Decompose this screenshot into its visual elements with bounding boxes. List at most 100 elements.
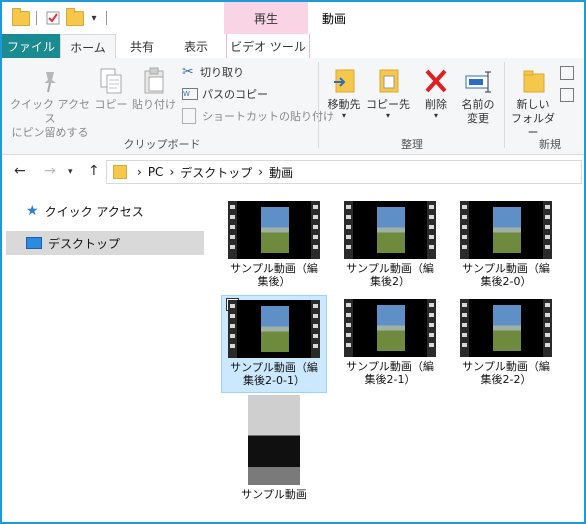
customize-quick-access-icon[interactable]: ▾	[88, 8, 100, 28]
video-thumbnail	[228, 201, 320, 259]
easy-access-icon	[560, 88, 574, 102]
breadcrumb-video[interactable]: 動画	[269, 164, 293, 181]
rename-label-1: 名前の	[461, 98, 495, 111]
pin-icon	[44, 72, 56, 93]
file-name: サンプル動画（編 集後2-0）	[462, 262, 550, 288]
copy-icon	[100, 68, 122, 94]
tab-file[interactable]: ファイル	[2, 34, 60, 58]
file-item[interactable]: サンプル動画（編 集後2）	[338, 197, 442, 293]
cut-button[interactable]: ✂ 切り取り	[182, 64, 244, 80]
paste-button[interactable]: 貼り付け	[130, 66, 178, 112]
breadcrumb-separator: ›	[137, 165, 142, 179]
paste-shortcut-label: ショートカットの貼り付け	[202, 110, 334, 123]
folder-icon	[113, 165, 127, 179]
folder-icon[interactable]	[12, 7, 30, 28]
breadcrumb-separator: ›	[169, 165, 175, 179]
new-item-button[interactable]	[560, 66, 574, 80]
paste-icon	[144, 67, 164, 94]
desktop-icon	[26, 237, 42, 249]
move-to-label: 移動先	[327, 98, 361, 111]
file-item[interactable]: サンプル動画	[222, 393, 326, 511]
file-name: サンプル動画	[241, 488, 307, 501]
organize-group-label: 整理	[401, 138, 423, 151]
copy-button[interactable]: コピー	[92, 66, 130, 112]
tab-share[interactable]: 共有	[114, 34, 170, 58]
copy-label: コピー	[94, 98, 128, 111]
tab-home[interactable]: ホーム	[60, 34, 116, 60]
breadcrumb-desktop[interactable]: デスクトップ	[180, 164, 252, 181]
video-thumbnail	[344, 201, 436, 259]
sidebar-item-quick-access[interactable]: ★ クイック アクセス	[6, 199, 204, 223]
delete-x-icon	[425, 69, 447, 93]
file-item[interactable]: サンプル動画（編 集後2-0）	[454, 197, 558, 293]
breadcrumb[interactable]: › PC › デスクトップ › 動画	[106, 160, 582, 184]
pin-to-quick-access-button[interactable]: クイック アクセス にピン留めする	[8, 68, 92, 140]
file-item[interactable]: サンプル動画（編 集後2-1）	[338, 295, 442, 391]
move-to-dropdown-icon: ▾	[341, 111, 346, 120]
delete-dropdown-icon: ▾	[433, 111, 438, 120]
title-bar: ▾ 再生 動画	[2, 2, 584, 34]
tab-video-tools[interactable]: ビデオ ツール	[226, 34, 310, 58]
file-item[interactable]: サンプル動画（編 集後2-2）	[454, 295, 558, 391]
file-list: サンプル動画（編 集後） サンプル動画（編 集後2） サンプル動画（編 集後2-0） …	[214, 189, 584, 522]
file-name: サンプル動画（編 集後2-2）	[462, 360, 550, 386]
sidebar-item-desktop[interactable]: デスクトップ	[6, 231, 204, 255]
paste-shortcut-icon	[182, 108, 196, 124]
file-name: サンプル動画（編 集後2-0-1）	[230, 361, 318, 387]
properties-icon[interactable]	[44, 8, 62, 28]
explorer-window: ▾ 再生 動画 ファイル ホーム 共有 表示 ビデオ ツール クイック アクセス…	[0, 0, 586, 524]
clipboard-group-label: クリップボード	[123, 138, 201, 151]
copy-path-icon: W	[182, 88, 198, 100]
ribbon: クイック アクセス にピン留めする コピー 貼り付け ✂ 切り取り W パスのコ…	[2, 58, 584, 155]
sidebar-item-label: デスクトップ	[48, 236, 121, 251]
scissors-icon: ✂	[182, 64, 194, 80]
file-item[interactable]: サンプル動画（編 集後）	[222, 197, 326, 293]
forward-arrow-icon[interactable]: →	[44, 163, 56, 179]
move-to-icon	[334, 69, 355, 93]
back-arrow-icon[interactable]: ←	[14, 163, 26, 179]
rename-button[interactable]: 名前の 変更	[456, 66, 500, 126]
video-thumbnail	[460, 201, 552, 259]
cut-label: 切り取り	[200, 66, 244, 79]
move-to-button[interactable]: 移動先 ▾	[322, 66, 366, 120]
file-name: サンプル動画（編 集後）	[230, 262, 318, 288]
new-folder-label-1: 新しい	[516, 98, 550, 111]
window-title: 動画	[322, 12, 347, 26]
new-folder-button[interactable]: 新しい フォルダー	[508, 66, 558, 140]
ribbon-tabs: ファイル ホーム 共有 表示 ビデオ ツール	[2, 34, 584, 60]
paste-shortcut-button[interactable]: ショートカットの貼り付け	[182, 108, 334, 124]
delete-button[interactable]: 削除 ▾	[416, 66, 456, 120]
tab-view[interactable]: 表示	[170, 34, 222, 58]
new-folder-quick-icon[interactable]	[66, 7, 84, 28]
video-thumbnail	[344, 299, 436, 357]
navigation-pane: ★ クイック アクセス デスクトップ	[2, 189, 214, 522]
video-thumbnail	[248, 395, 300, 485]
pin-label-2: にピン留めする	[11, 126, 89, 139]
new-item-icon	[560, 66, 574, 80]
context-tab-label: 再生	[224, 2, 308, 34]
copy-to-dropdown-icon: ▾	[385, 111, 390, 120]
sidebar-item-label: クイック アクセス	[44, 204, 144, 219]
copy-to-icon	[379, 69, 399, 93]
video-thumbnail	[460, 299, 552, 357]
breadcrumb-separator: ›	[258, 165, 264, 179]
paste-label: 貼り付け	[132, 98, 176, 111]
file-name: サンプル動画（編 集後2）	[346, 262, 434, 288]
rename-icon	[465, 71, 491, 93]
file-item-selected[interactable]: ✓ サンプル動画（編集後2-0-1）	[221, 295, 327, 393]
rename-label-2: 変更	[467, 112, 489, 125]
star-icon: ★	[26, 203, 39, 219]
address-bar-row: ← → ▾ ↑ › PC › デスクトップ › 動画	[2, 155, 584, 189]
up-arrow-icon[interactable]: ↑	[88, 163, 100, 179]
easy-access-button[interactable]	[560, 88, 574, 102]
copy-path-button[interactable]: W パスのコピー	[182, 86, 268, 102]
video-thumbnail	[228, 300, 320, 358]
pin-label-1: クイック アクセス	[10, 98, 90, 125]
copy-to-label: コピー先	[366, 98, 410, 111]
copy-to-button[interactable]: コピー先 ▾	[366, 66, 410, 120]
new-folder-icon	[523, 70, 545, 93]
recent-locations-chevron-icon[interactable]: ▾	[68, 167, 73, 177]
breadcrumb-pc[interactable]: PC	[148, 165, 164, 179]
copy-path-label: パスのコピー	[202, 88, 268, 101]
file-name: サンプル動画（編 集後2-1）	[346, 360, 434, 386]
